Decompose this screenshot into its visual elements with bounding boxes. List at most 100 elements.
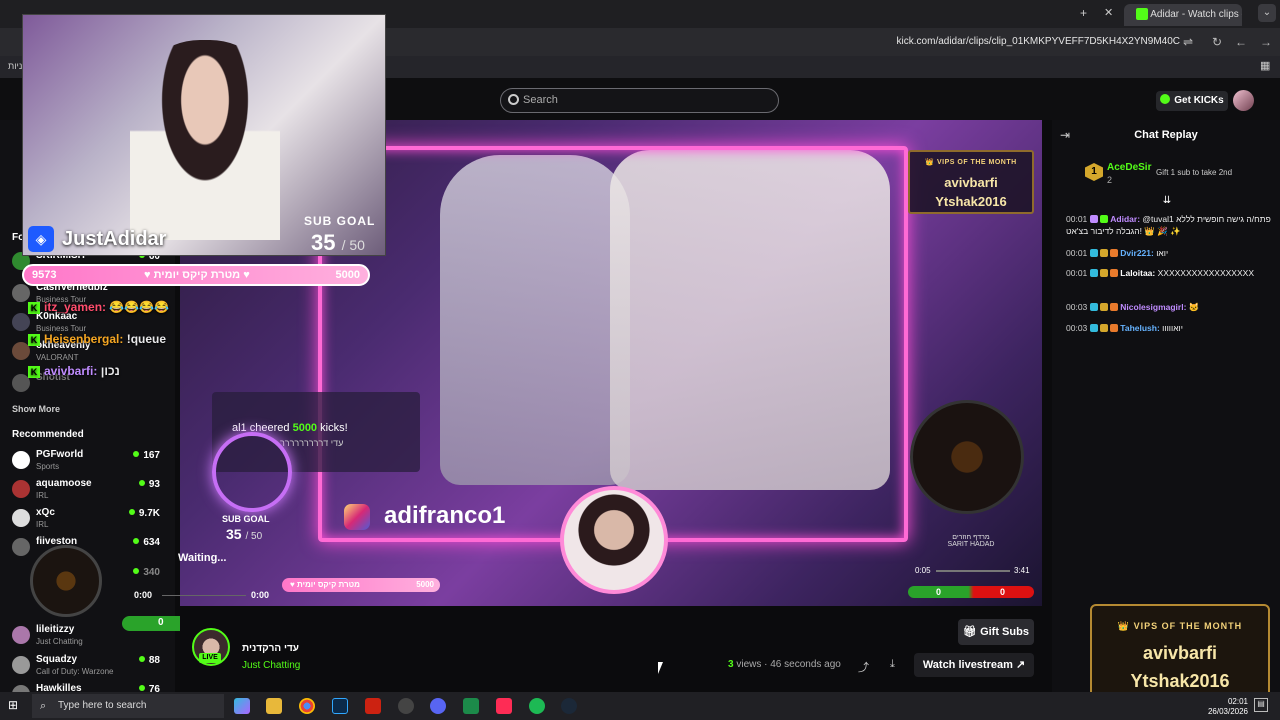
avatar xyxy=(12,313,30,331)
watch-livestream-button[interactable]: Watch livestream ↗ xyxy=(914,653,1034,677)
chat-user[interactable]: Adidar: xyxy=(1110,214,1140,224)
streamer-portrait xyxy=(560,486,668,594)
user-avatar[interactable] xyxy=(1233,90,1254,111)
tab-title: Adidar - Watch clips on Kick xyxy=(1150,9,1242,20)
kick-badge-icon: K xyxy=(28,334,40,346)
chat-user[interactable]: Laloitaa: xyxy=(1120,268,1155,278)
overlay-chat-line: K Heisenbergal: !queue xyxy=(28,332,166,346)
score-left: 0 xyxy=(158,617,164,628)
sidebar-item-name: xQc xyxy=(36,507,55,518)
waiting-text: Waiting... xyxy=(178,552,227,564)
kick-favicon-icon xyxy=(1136,8,1148,21)
vips-title: 👑 VIPS OF THE MONTH xyxy=(1117,621,1243,631)
taskbar-search-input[interactable]: Type here to search xyxy=(32,694,224,718)
tiktok-icon[interactable] xyxy=(496,698,512,714)
gifter-badge-icon xyxy=(1100,303,1109,311)
channel-name[interactable]: עדי הרקדנית xyxy=(242,643,299,654)
cheer-message: עדי דררררררררר xyxy=(280,438,344,448)
chat-user[interactable]: Tahelush: xyxy=(1120,323,1160,333)
sidebar-item-recommended[interactable]: Squadzy Call of Duty: Warzone 88 xyxy=(8,654,168,682)
sidebar-item-recommended[interactable]: aquamoose IRL 93 xyxy=(8,478,168,506)
streamer-name: JustAdidar xyxy=(62,228,167,250)
overlay-chat-user: avivbarfi: xyxy=(44,364,98,378)
sidebar-item-category: IRL xyxy=(36,520,49,529)
music-time-start: 0:05 xyxy=(915,566,931,575)
chat-text: XXXXXXXXXXXXXXXXX xyxy=(1157,268,1254,278)
score-bar xyxy=(908,586,1034,598)
avatar xyxy=(12,480,30,498)
chat-user[interactable]: Dvir221: xyxy=(1120,248,1154,258)
chat-title: Chat Replay xyxy=(1134,129,1198,141)
clock-date: 26/03/2026 xyxy=(1207,707,1248,716)
avatar xyxy=(12,656,30,674)
photoshop-icon[interactable] xyxy=(332,698,348,714)
url-field[interactable]: kick.com/adidar/clips/clip_01KMKPYVEFF7D… xyxy=(400,34,1180,50)
channel-info-bar xyxy=(180,606,1042,692)
share-icon[interactable]: ⤴ xyxy=(858,659,870,674)
channel-category[interactable]: Just Chatting xyxy=(242,660,300,671)
search-input[interactable]: Search xyxy=(500,88,779,113)
discord-icon[interactable] xyxy=(430,698,446,714)
kicks-bar-right: 5000 xyxy=(335,269,360,281)
top-gifter-name[interactable]: AceDeSir xyxy=(1107,162,1151,173)
sidebar-item-recommended[interactable]: xQc IRL 9.7K xyxy=(8,507,168,535)
viewer-count: 9.7K xyxy=(129,508,160,519)
sidebar-item-category: IRL xyxy=(36,491,49,500)
apps-grid-icon[interactable]: ▦ xyxy=(1260,59,1270,72)
sub-badge-icon xyxy=(1090,269,1099,277)
bookmark-item[interactable]: ניות xyxy=(8,61,22,71)
butterfly-badge-icon xyxy=(1110,303,1119,311)
chat-time: 00:03 xyxy=(1066,302,1088,312)
system-clock[interactable]: 02:01 26/03/2026 xyxy=(1196,697,1248,717)
search-icon: ⌕ xyxy=(40,700,47,712)
sidebar-item-recommended[interactable]: PGFworld Sports 167 xyxy=(8,449,168,477)
notification-icon[interactable]: ▤ xyxy=(1254,698,1268,712)
show-more-link[interactable]: Show More xyxy=(12,404,60,414)
viewer-count: 93 xyxy=(139,479,160,490)
reader-icon[interactable]: ⇌ xyxy=(1180,34,1196,50)
gift-subs-button[interactable]: 🎁︎ Gift Subs xyxy=(958,619,1034,645)
vips-title: 👑 VIPS OF THE MONTH xyxy=(925,159,1017,166)
viewer-count: 634 xyxy=(133,537,160,548)
kicks-bar-title: ♥ מטרת קיקס יומית ♥ xyxy=(144,269,250,281)
obs-icon[interactable] xyxy=(398,698,414,714)
sidebar-item-category: VALORANT xyxy=(36,353,79,362)
expand-leaderboard-icon[interactable]: ⇊ xyxy=(1160,195,1174,206)
webcam-person-shape xyxy=(130,40,280,240)
chrome-icon[interactable] xyxy=(299,698,315,714)
sidebar-item-category: Sports xyxy=(36,462,60,471)
copilot-icon[interactable] xyxy=(234,698,250,714)
reload-icon[interactable]: ↻ xyxy=(1209,34,1225,50)
gift-prompt[interactable]: Gift 1 sub to take 2nd xyxy=(1156,168,1232,177)
subgoal-value: 35 / 50 xyxy=(226,526,262,542)
sub-badge-icon xyxy=(1090,249,1099,257)
steam-icon[interactable] xyxy=(561,698,577,714)
gifter-badge-icon xyxy=(1100,249,1109,257)
overlay-chat-text: 😂😂😂😂 xyxy=(109,300,170,314)
windows-start-icon[interactable]: ⊞ xyxy=(8,698,24,714)
subgoal-label: SUB GOAL xyxy=(304,214,376,228)
vip-name: Ytshak2016 xyxy=(935,194,1007,209)
chat-message: 00:03 Nicolesigmagirl: 🐱 xyxy=(1066,301,1271,313)
top-gifter-count: 2 xyxy=(1107,175,1113,185)
overlay-chat-text: !queue xyxy=(126,332,167,346)
download-icon[interactable]: ⤓ xyxy=(890,658,904,672)
chat-text: יואו xyxy=(1156,248,1169,258)
spotify-icon[interactable] xyxy=(529,698,545,714)
new-tab-plus-icon[interactable]: + xyxy=(1080,6,1087,20)
gifter-badge-icon xyxy=(1100,269,1109,277)
mouse-cursor-icon xyxy=(658,662,668,674)
tab-list-chevron-icon[interactable]: ⌄ xyxy=(1258,4,1276,22)
chat-user[interactable]: Nicolesigmagirl: xyxy=(1120,302,1186,312)
forward-icon[interactable]: → xyxy=(1258,34,1274,50)
pycharm-icon[interactable] xyxy=(463,698,479,714)
get-kicks-button[interactable]: Get KICKs xyxy=(1156,91,1228,111)
app-tf-icon[interactable] xyxy=(365,698,381,714)
vip-name: Ytshak2016 xyxy=(1130,671,1230,691)
file-explorer-icon[interactable] xyxy=(266,698,282,714)
tab-adidar-clips[interactable]: Adidar - Watch clips on Kick xyxy=(1124,4,1242,26)
sidebar-item-category: Call of Duty: Warzone xyxy=(36,667,114,676)
close-tab-icon[interactable]: ✕ xyxy=(1104,6,1113,19)
subgoal-value: 35 / 50 xyxy=(311,230,365,256)
back-icon[interactable]: ← xyxy=(1233,34,1249,50)
